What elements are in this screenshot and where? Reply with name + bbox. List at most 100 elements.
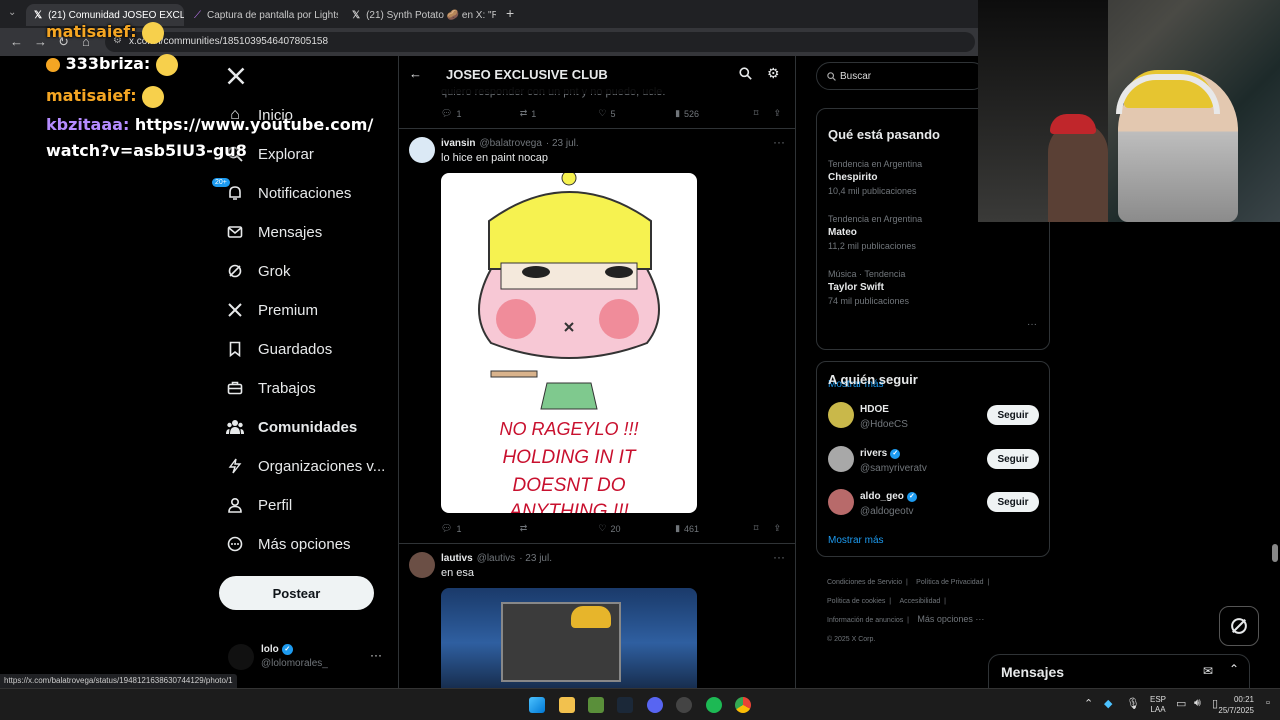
follow-user-handle[interactable]: @aldogeotv xyxy=(860,506,914,517)
obs-icon[interactable] xyxy=(676,697,692,713)
nav-item-perfil[interactable]: Perfil xyxy=(226,496,292,514)
tray-app-icon[interactable]: ◆ xyxy=(1104,697,1112,710)
like-button[interactable]: ♡ 20 xyxy=(598,523,675,534)
new-message-icon[interactable]: ✉ xyxy=(1203,664,1213,678)
verified-badge-icon: ✓ xyxy=(890,448,901,459)
tweet-actions: 💬︎ 1 ⇄ 1 ♡ 5 ▮ 526 ⌑ ⇪ xyxy=(441,108,781,119)
follow-user-name-row[interactable]: rivers ✓ xyxy=(860,448,901,459)
nav-item-organizaciones[interactable]: Organizaciones v... xyxy=(226,457,385,475)
chat-username: 333briza xyxy=(65,54,144,73)
search-input[interactable]: Buscar xyxy=(816,62,986,90)
nav-item-grok[interactable]: Grok xyxy=(226,262,291,280)
file-explorer-icon[interactable] xyxy=(559,697,575,713)
settings-gear-icon[interactable]: ⚙ xyxy=(767,65,780,82)
nav-item-premium[interactable]: Premium xyxy=(226,301,318,319)
nav-item-trabajos[interactable]: Trabajos xyxy=(226,379,316,397)
nav-item-guardados[interactable]: Guardados xyxy=(226,340,332,358)
follow-show-more-link[interactable]: Mostrar más xyxy=(828,535,884,546)
tweet[interactable]: ivansin @balatrovega · 23 jul. ··· lo hi… xyxy=(399,129,795,544)
follow-button[interactable]: Seguir xyxy=(987,449,1039,469)
windows-start-icon[interactable] xyxy=(529,697,545,713)
messages-dock[interactable]: Mensajes ✉ ⌃ xyxy=(988,654,1250,688)
footer-link[interactable]: Información de anuncios xyxy=(827,617,903,624)
reply-button[interactable]: 💬︎ 1 xyxy=(441,108,520,119)
nav-item-notificaciones[interactable]: 20+ Notificaciones xyxy=(212,178,351,202)
reply-button[interactable]: 💬︎ 1 xyxy=(441,523,520,534)
language-indicator[interactable]: ESP LAA xyxy=(1150,695,1166,715)
tweet-author-handle[interactable]: @lautivs xyxy=(477,553,516,564)
avatar[interactable] xyxy=(828,489,854,515)
follow-user-name-row[interactable]: aldo_geo ✓ xyxy=(860,491,917,502)
footer-link[interactable]: Política de Privacidad xyxy=(916,579,983,586)
back-icon[interactable]: ← xyxy=(10,34,23,49)
nav-item-comunidades[interactable]: Comunidades xyxy=(226,418,357,436)
nav-item-mensajes[interactable]: Mensajes xyxy=(226,223,322,241)
follow-user-name[interactable]: HDOE xyxy=(860,404,889,415)
footer-link[interactable]: Política de cookies xyxy=(827,598,885,605)
like-count: 20 xyxy=(610,523,621,534)
like-button[interactable]: ♡ 5 xyxy=(598,108,675,119)
chevron-up-icon[interactable]: ⌃ xyxy=(1084,697,1093,710)
footer-link[interactable]: Más opciones ··· xyxy=(917,614,984,624)
share-button[interactable]: ⇪ xyxy=(773,523,781,534)
trend-name: Taylor Swift xyxy=(828,282,884,293)
bookmark-button[interactable]: ⌑ xyxy=(754,108,774,119)
follow-button[interactable]: Seguir xyxy=(987,492,1039,512)
tab-list-icon[interactable]: ⌄ xyxy=(8,7,16,18)
clock[interactable]: 00:21 25/7/2025 xyxy=(1214,694,1254,716)
repost-button[interactable]: ⇄ xyxy=(520,523,599,534)
steam-icon[interactable] xyxy=(617,697,633,713)
page-scrollbar-thumb[interactable] xyxy=(1272,544,1278,562)
spotify-icon[interactable] xyxy=(706,697,722,713)
tweet-author-handle[interactable]: @balatrovega xyxy=(479,138,541,149)
more-horizontal-icon[interactable]: ··· xyxy=(1027,319,1037,330)
account-switcher[interactable]: lolo ✓ @lolomorales_ ··· xyxy=(228,642,388,680)
back-arrow-icon[interactable]: ← xyxy=(409,66,422,81)
avatar[interactable] xyxy=(828,446,854,472)
follow-button[interactable]: Seguir xyxy=(987,405,1039,425)
person-left xyxy=(1048,122,1108,222)
grok-floating-button[interactable] xyxy=(1219,606,1259,646)
footer-link[interactable]: Accesibilidad xyxy=(899,598,940,605)
network-icon[interactable]: ▭ xyxy=(1176,697,1186,710)
microphone-icon[interactable]: 🎙︎ xyxy=(1126,697,1140,710)
tweet-date[interactable]: · 23 jul. xyxy=(519,553,552,564)
tweet-text: en esa xyxy=(441,567,475,579)
footer-link[interactable]: Condiciones de Servicio xyxy=(827,579,902,586)
nav-item-mas-opciones[interactable]: Más opciones xyxy=(226,535,351,553)
views-icon: ▮ xyxy=(675,523,681,533)
briefcase-icon xyxy=(226,379,244,397)
views-button[interactable]: ▮ 461 xyxy=(675,523,754,534)
repost-icon: ⇄ xyxy=(519,523,528,533)
bookmark-button[interactable]: ⌑ xyxy=(754,523,774,534)
community-title: JOSEO EXCLUSIVE CLUB xyxy=(446,67,608,82)
new-tab-icon[interactable]: + xyxy=(506,5,514,21)
chat-username: kbzitaaa xyxy=(46,115,123,134)
app-icon[interactable] xyxy=(588,697,604,713)
expand-up-icon[interactable]: ⌃ xyxy=(1229,662,1239,676)
more-horizontal-icon[interactable]: ··· xyxy=(773,135,785,149)
repost-button[interactable]: ⇄ 1 xyxy=(520,108,599,119)
share-button[interactable]: ⇪ xyxy=(773,108,781,119)
views-button[interactable]: ▮ 526 xyxy=(675,108,754,119)
tweet-image[interactable] xyxy=(441,588,697,688)
tweet[interactable]: lautivs @lautivs · 23 jul. ··· en esa xyxy=(399,544,795,688)
trend-item[interactable]: Música · Tendencia Taylor Swift 74 mil p… xyxy=(828,269,1038,306)
follow-user-handle[interactable]: @HdoeCS xyxy=(860,419,908,430)
avatar[interactable] xyxy=(828,402,854,428)
tweet-image[interactable]: NO RAGEYLO !!! HOLDING IN IT DOESNT DO A… xyxy=(441,173,697,513)
discord-icon[interactable] xyxy=(647,697,663,713)
more-horizontal-icon[interactable]: ··· xyxy=(370,648,382,662)
follow-user-handle[interactable]: @samyriveratv xyxy=(860,463,927,474)
notification-center-icon[interactable]: ▫ xyxy=(1266,697,1270,709)
tweet-author-name[interactable]: ivansin xyxy=(441,138,475,149)
notification-badge: 20+ xyxy=(212,178,230,187)
more-horizontal-icon[interactable]: ··· xyxy=(773,550,785,564)
tweet-date[interactable]: · 23 jul. xyxy=(546,138,579,149)
tweet-author-name[interactable]: lautivs xyxy=(441,553,473,564)
volume-icon[interactable]: 🔊︎ xyxy=(1194,697,1201,710)
search-icon[interactable] xyxy=(739,67,752,80)
post-button[interactable]: Postear xyxy=(219,576,374,610)
drawing-illustration: NO RAGEYLO !!! HOLDING IN IT DOESNT DO A… xyxy=(478,173,660,513)
chrome-icon[interactable] xyxy=(735,697,751,713)
